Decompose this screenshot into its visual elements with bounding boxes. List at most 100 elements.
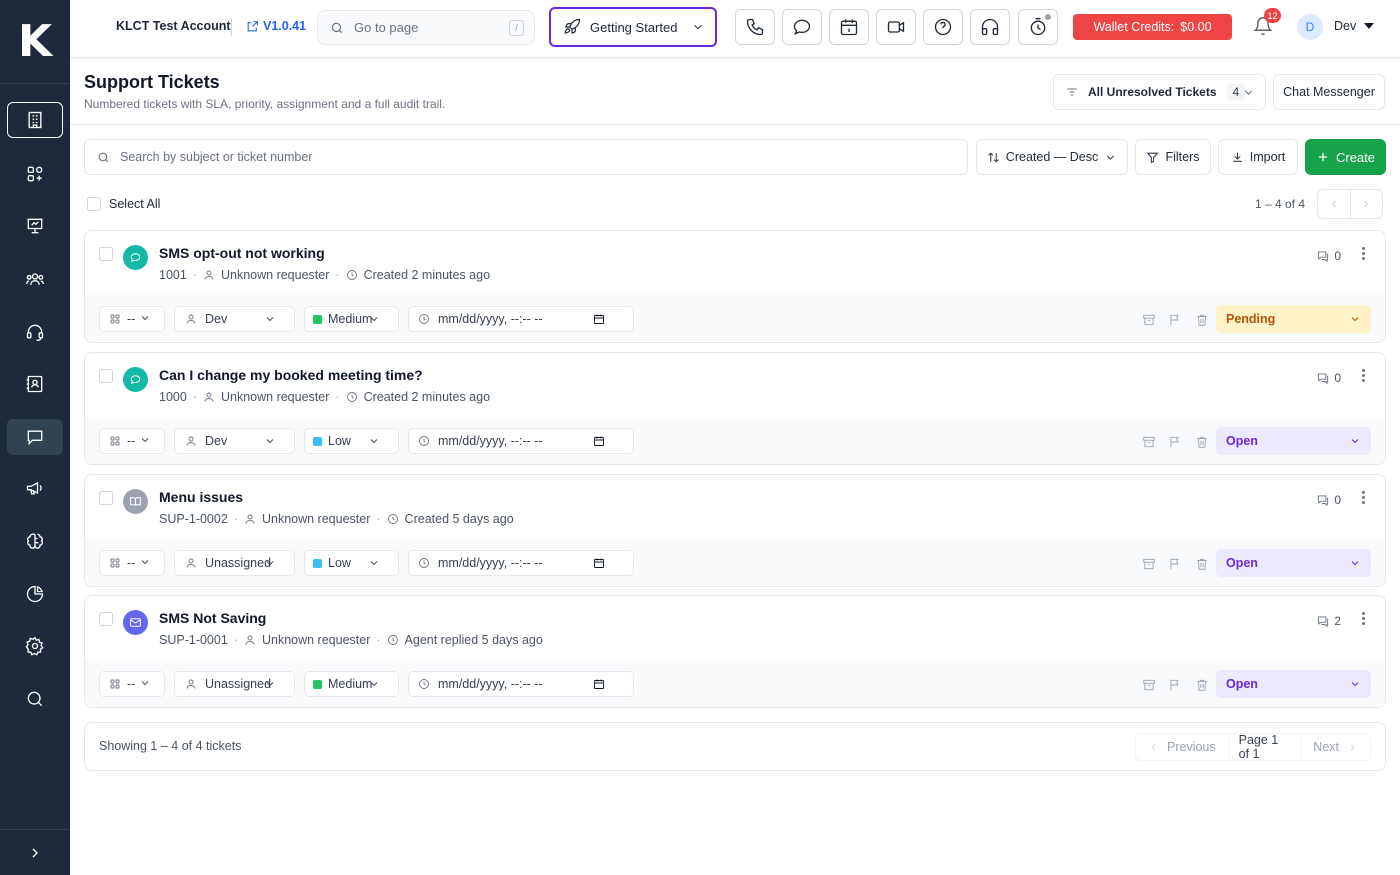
getting-started-button[interactable]: Getting Started <box>549 7 717 47</box>
status-select[interactable]: Open <box>1216 549 1371 577</box>
ticket-card[interactable]: SMS Not Saving SUP-1-0001 · Unknown request… <box>84 595 1386 708</box>
team-select[interactable]: -- <box>99 671 165 697</box>
status-select[interactable]: Open <box>1216 427 1371 455</box>
status-value: Pending <box>1226 312 1276 326</box>
delete-button[interactable] <box>1195 313 1209 327</box>
comment-count[interactable]: 0 <box>1316 371 1341 385</box>
ticket-title[interactable]: Can I change my booked meeting time? <box>159 367 423 383</box>
sidebar-item-headset[interactable] <box>7 314 63 350</box>
team-select[interactable]: -- <box>99 306 165 332</box>
chat-bubble-button[interactable] <box>782 9 822 45</box>
create-ticket-button[interactable]: Create <box>1305 139 1386 175</box>
chevron-left-icon <box>1331 200 1336 208</box>
user-menu[interactable]: Dev <box>1334 19 1375 33</box>
goto-page-input[interactable]: Go to page / <box>317 10 535 45</box>
flag-button[interactable] <box>1168 313 1182 327</box>
assignee-select[interactable]: Dev <box>174 428 295 454</box>
comment-count[interactable]: 0 <box>1316 493 1341 507</box>
notifications-button[interactable]: 12 <box>1253 8 1281 38</box>
avatar[interactable]: D <box>1297 14 1323 40</box>
sidebar-item-megaphone[interactable] <box>7 470 63 506</box>
view-selector[interactable]: All Unresolved Tickets 4 <box>1053 74 1266 110</box>
ticket-checkbox[interactable] <box>99 369 113 383</box>
sidebar-item-brain[interactable] <box>7 523 63 559</box>
sidebar-item-chat[interactable] <box>7 419 63 455</box>
team-select[interactable]: -- <box>99 550 165 576</box>
priority-select[interactable]: Medium <box>304 671 399 697</box>
delete-button[interactable] <box>1195 557 1209 571</box>
select-all-checkbox[interactable] <box>87 197 101 211</box>
ticket-card[interactable]: Can I change my booked meeting time? 1000… <box>84 352 1386 465</box>
app-logo[interactable]: K <box>0 0 70 84</box>
wallet-credits-button[interactable]: Wallet Credits: $0.00 <box>1073 14 1232 40</box>
sort-button[interactable]: Created — Desc <box>976 139 1128 175</box>
due-date-input[interactable]: mm/dd/yyyy, --:-- -- <box>408 306 634 332</box>
phone-button[interactable] <box>735 9 775 45</box>
sidebar-item-search[interactable] <box>7 681 63 717</box>
archive-button[interactable] <box>1142 557 1156 571</box>
assignee-select[interactable]: Unassigned <box>174 671 295 697</box>
calendar-button[interactable] <box>829 9 869 45</box>
sidebar-item-users[interactable] <box>7 261 63 297</box>
delete-button[interactable] <box>1195 435 1209 449</box>
ticket-checkbox[interactable] <box>99 247 113 261</box>
previous-button[interactable]: Previous <box>1136 734 1228 760</box>
team-select[interactable]: -- <box>99 428 165 454</box>
select-all[interactable]: Select All <box>87 197 160 211</box>
calendar-icon[interactable] <box>593 435 605 447</box>
next-button[interactable]: Next <box>1301 734 1370 760</box>
flag-button[interactable] <box>1168 557 1182 571</box>
filters-button[interactable]: Filters <box>1135 139 1211 175</box>
calendar-icon[interactable] <box>593 557 605 569</box>
ticket-title[interactable]: Menu issues <box>159 489 243 505</box>
import-button[interactable]: Import <box>1218 139 1298 175</box>
more-options-button[interactable] <box>1362 247 1365 260</box>
ticket-checkbox[interactable] <box>99 491 113 505</box>
sidebar-expand-button[interactable] <box>0 829 70 875</box>
headphones-button[interactable] <box>970 9 1010 45</box>
flag-button[interactable] <box>1168 678 1182 692</box>
ticket-title[interactable]: SMS Not Saving <box>159 610 266 626</box>
priority-select[interactable]: Low <box>304 550 399 576</box>
calendar-icon[interactable] <box>593 678 605 690</box>
chat-messenger-button[interactable]: Chat Messenger <box>1273 74 1385 110</box>
archive-button[interactable] <box>1142 313 1156 327</box>
due-date-input[interactable]: mm/dd/yyyy, --:-- -- <box>408 671 634 697</box>
ticket-search-input[interactable]: Search by subject or ticket number <box>84 139 968 175</box>
flag-button[interactable] <box>1168 435 1182 449</box>
priority-select[interactable]: Low <box>304 428 399 454</box>
sidebar-item-pie-chart[interactable] <box>7 576 63 612</box>
sidebar-item-contacts[interactable] <box>7 366 63 402</box>
comment-count[interactable]: 0 <box>1316 249 1341 263</box>
assignee-select[interactable]: Unassigned <box>174 550 295 576</box>
version-link[interactable]: V1.0.41 <box>246 19 306 33</box>
status-select[interactable]: Pending <box>1216 305 1371 333</box>
ticket-title[interactable]: SMS opt-out not working <box>159 245 325 261</box>
sidebar-item-gear[interactable] <box>7 628 63 664</box>
assignee-select[interactable]: Dev <box>174 306 295 332</box>
ticket-card[interactable]: Menu issues SUP-1-0002 · Unknown requester ·… <box>84 474 1386 587</box>
comment-count[interactable]: 2 <box>1316 614 1341 628</box>
priority-select[interactable]: Medium <box>304 306 399 332</box>
clock-button[interactable] <box>1018 9 1058 45</box>
delete-button[interactable] <box>1195 678 1209 692</box>
due-date-input[interactable]: mm/dd/yyyy, --:-- -- <box>408 428 634 454</box>
prev-page-button[interactable] <box>1318 190 1351 218</box>
archive-button[interactable] <box>1142 435 1156 449</box>
video-button[interactable] <box>876 9 916 45</box>
sidebar-item-building[interactable] <box>7 102 63 138</box>
more-options-button[interactable] <box>1362 612 1365 625</box>
archive-button[interactable] <box>1142 678 1156 692</box>
status-select[interactable]: Open <box>1216 670 1371 698</box>
priority-chevron <box>368 313 380 328</box>
help-button[interactable] <box>923 9 963 45</box>
calendar-icon[interactable] <box>593 313 605 325</box>
sidebar-item-presentation[interactable] <box>7 208 63 244</box>
ticket-card[interactable]: SMS opt-out not working 1001 · Unknown requ… <box>84 230 1386 343</box>
more-options-button[interactable] <box>1362 369 1365 382</box>
more-options-button[interactable] <box>1362 491 1365 504</box>
sidebar-item-apps-grid[interactable] <box>7 156 63 192</box>
due-date-input[interactable]: mm/dd/yyyy, --:-- -- <box>408 550 634 576</box>
next-page-button[interactable] <box>1351 190 1383 218</box>
ticket-checkbox[interactable] <box>99 612 113 626</box>
